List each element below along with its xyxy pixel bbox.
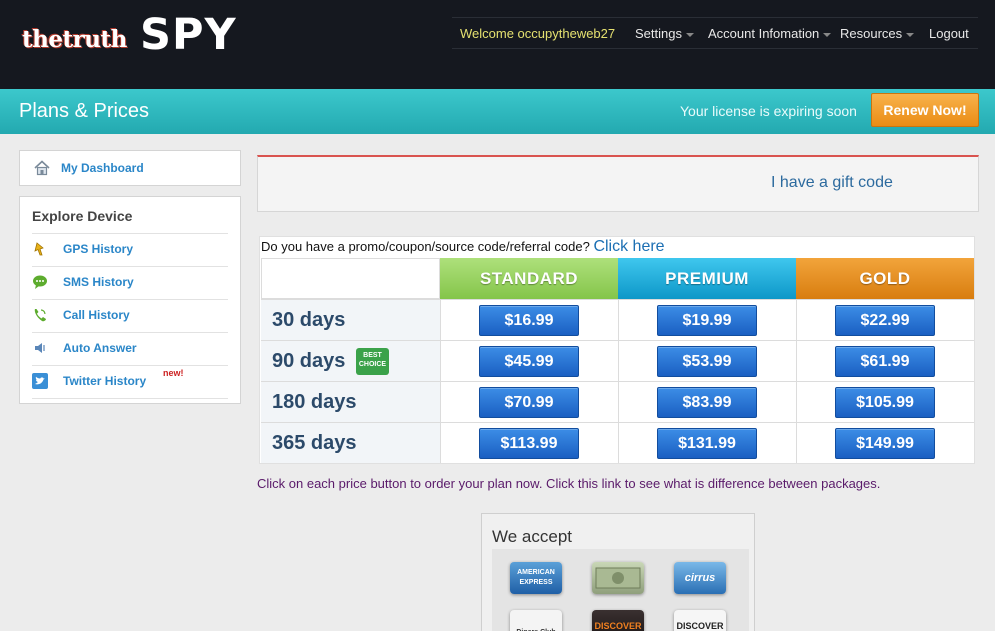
duration-30-days: 30 days [261, 299, 440, 340]
welcome-text: Welcome occupytheweb27 [460, 26, 616, 41]
chevron-down-icon [685, 32, 694, 37]
discover-network-card-icon: DISCOVER [674, 610, 726, 631]
table-cell: $149.99 [796, 422, 974, 463]
discover-card-icon: DISCOVER [592, 610, 644, 631]
sidebar-item-auto-answer[interactable]: Auto Answer [32, 332, 228, 365]
home-icon [34, 160, 50, 176]
amex-card-icon: AMERICAN EXPRESS [510, 562, 562, 594]
divider [32, 398, 228, 399]
chevron-down-icon [906, 32, 915, 37]
explore-device-panel: Explore Device GPS History SMS History C… [19, 196, 241, 404]
twitter-icon [32, 373, 48, 389]
price-button-standard-180[interactable]: $70.99 [479, 387, 579, 418]
price-button-standard-365[interactable]: $113.99 [479, 428, 579, 459]
table-cell: $131.99 [618, 422, 796, 463]
price-button-gold-90[interactable]: $61.99 [835, 346, 935, 377]
chevron-down-icon [823, 32, 832, 37]
gps-icon [34, 242, 44, 256]
diners-club-card-icon: Diners Club [510, 610, 562, 631]
settings-label: Settings [635, 26, 682, 41]
phone-icon [34, 309, 46, 322]
sidebar-item-label: SMS History [63, 275, 134, 289]
order-instructions-link[interactable]: Click on each price button to order your… [257, 476, 880, 491]
sidebar-item-label: Twitter History [63, 374, 147, 388]
page-title: Plans & Prices [19, 100, 150, 122]
table-cell: $19.99 [618, 299, 796, 340]
page-title-bar: Plans & Prices Your license is expiring … [0, 89, 995, 134]
price-button-premium-30[interactable]: $19.99 [657, 305, 757, 336]
gift-code-panel: I have a gift code [257, 155, 979, 212]
sidebar-item-label: Call History [63, 308, 130, 322]
sms-icon [33, 275, 47, 289]
plan-header-gold: GOLD [796, 258, 974, 299]
table-cell: $70.99 [440, 381, 618, 422]
price-button-premium-365[interactable]: $131.99 [657, 428, 757, 459]
table-cell: $61.99 [796, 340, 974, 381]
cash-icon [592, 562, 644, 594]
sidebar-item-twitter-history[interactable]: Twitter History new! [32, 365, 228, 398]
table-cell: $53.99 [618, 340, 796, 381]
new-badge: new! [163, 368, 184, 378]
price-button-standard-90[interactable]: $45.99 [479, 346, 579, 377]
duration-180-days: 180 days [261, 381, 440, 422]
table-cell: $113.99 [440, 422, 618, 463]
logout-link[interactable]: Logout [929, 26, 969, 41]
sidebar-item-label: GPS History [63, 242, 134, 256]
sidebar-item-gps-history[interactable]: GPS History [32, 233, 228, 266]
duration-label: 180 days [272, 391, 357, 413]
duration-label: 365 days [272, 432, 357, 454]
promo-click-here-link[interactable]: Click here [593, 238, 664, 255]
duration-label: 90 days [272, 350, 346, 372]
table-cell: $16.99 [440, 299, 618, 340]
promo-question: Do you have a promo/coupon/source code/r… [261, 239, 590, 254]
promo-code-prompt: Do you have a promo/coupon/source code/r… [261, 238, 665, 256]
plan-header-standard: STANDARD [440, 258, 618, 299]
account-menu[interactable]: Account Infomation [708, 26, 832, 41]
resources-menu[interactable]: Resources [840, 26, 915, 41]
settings-menu[interactable]: Settings [635, 26, 694, 41]
sidebar-item-label: My Dashboard [61, 161, 144, 175]
price-button-gold-180[interactable]: $105.99 [835, 387, 935, 418]
duration-label: 30 days [272, 309, 346, 331]
renew-now-button[interactable]: Renew Now! [871, 93, 979, 127]
price-button-gold-365[interactable]: $149.99 [835, 428, 935, 459]
sidebar-item-label: Auto Answer [63, 341, 137, 355]
we-accept-panel: We accept AMERICAN EXPRESS cirrus Diners… [481, 513, 755, 631]
table-corner-cell [261, 258, 440, 299]
duration-90-days: 90 days [261, 340, 440, 381]
best-choice-badge: BEST CHOICE [356, 348, 389, 375]
top-nav: Welcome occupytheweb27 Settings Account … [452, 17, 978, 49]
top-header: thetruth SPY Welcome occupytheweb27 Sett… [0, 0, 995, 89]
sidebar-item-dashboard[interactable]: My Dashboard [19, 150, 241, 186]
table-cell: $83.99 [618, 381, 796, 422]
explore-device-heading: Explore Device [32, 208, 133, 224]
table-cell: $22.99 [796, 299, 974, 340]
duration-365-days: 365 days [261, 422, 440, 463]
logo-text-big: SPY [140, 10, 237, 60]
we-accept-heading: We accept [492, 527, 573, 546]
sidebar-item-call-history[interactable]: Call History [32, 299, 228, 332]
speaker-icon [35, 343, 45, 353]
resources-label: Resources [840, 26, 903, 41]
cirrus-card-icon: cirrus [674, 562, 726, 594]
price-button-premium-90[interactable]: $53.99 [657, 346, 757, 377]
price-button-premium-180[interactable]: $83.99 [657, 387, 757, 418]
gift-code-link[interactable]: I have a gift code [771, 174, 893, 192]
account-label: Account Infomation [708, 26, 820, 41]
logo-text-small: thetruth [22, 26, 127, 53]
price-button-gold-30[interactable]: $22.99 [835, 305, 935, 336]
table-cell: $45.99 [440, 340, 618, 381]
sidebar-item-sms-history[interactable]: SMS History [32, 266, 228, 299]
license-status: Your license is expiring soon [680, 103, 857, 119]
table-cell: $105.99 [796, 381, 974, 422]
price-button-standard-30[interactable]: $16.99 [479, 305, 579, 336]
payment-cards: AMERICAN EXPRESS cirrus Diners Club DISC… [492, 549, 749, 631]
plan-header-premium: PREMIUM [618, 258, 796, 299]
